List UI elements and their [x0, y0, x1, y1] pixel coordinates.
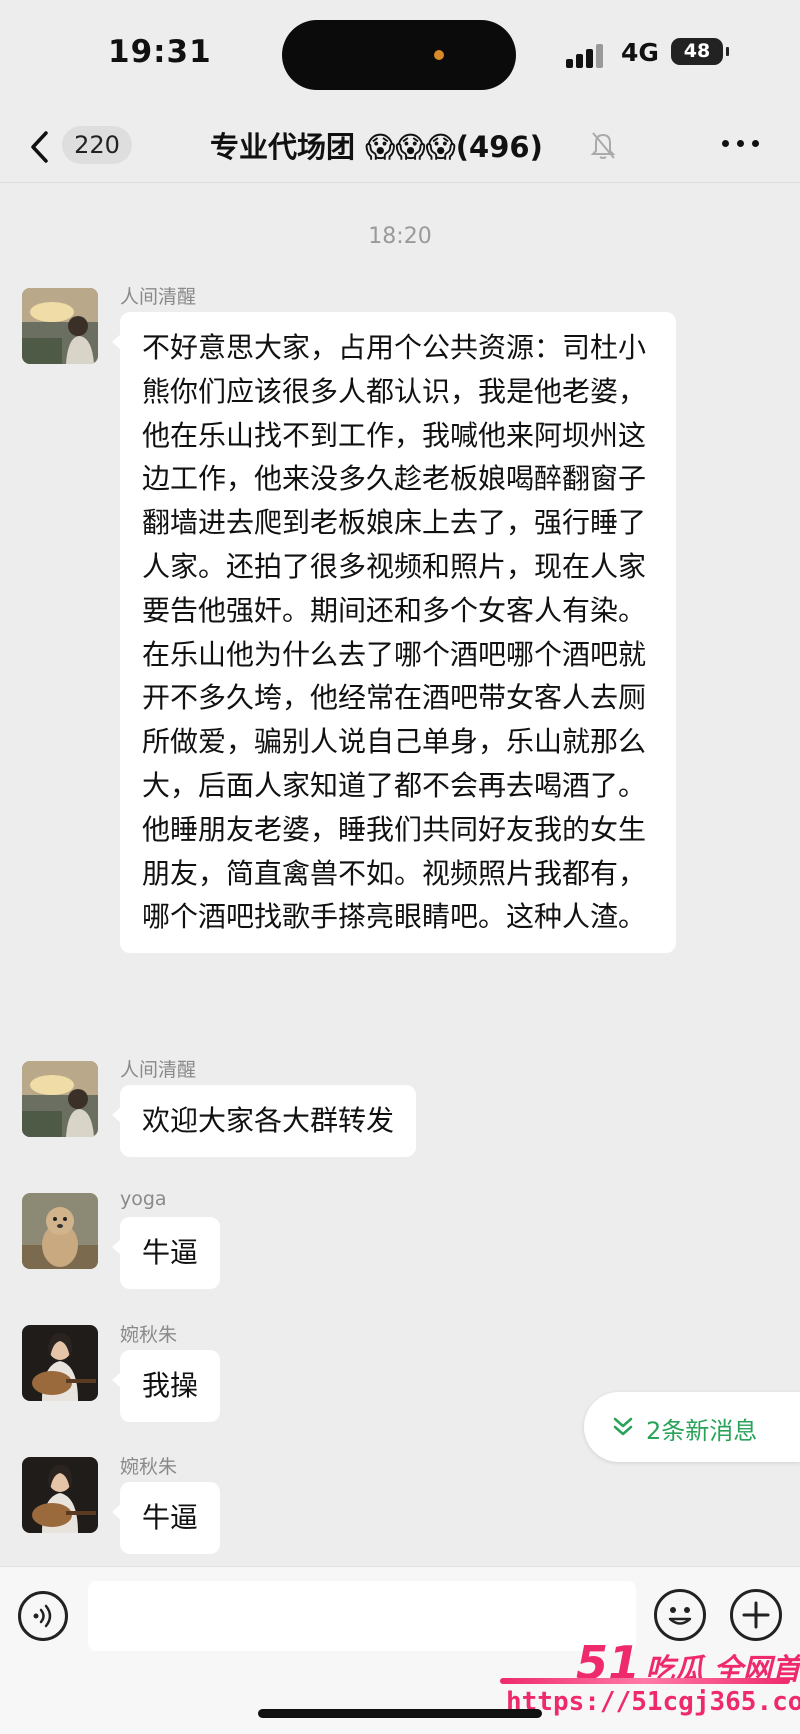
sender-name: 婉秋朱 [120, 1324, 178, 1346]
message-timestamp: 18:20 [368, 224, 432, 249]
more-actions-button[interactable] [730, 1589, 782, 1641]
message-bubble[interactable]: 不好意思大家，占用个公共资源：司杜小熊你们应该很多人都认识，我是他老婆，他在乐山… [112, 312, 676, 954]
message-bubble[interactable]: 牛逼 [111, 1482, 221, 1554]
sender-name: 人间清醒 [120, 286, 197, 308]
plus-icon [742, 1601, 770, 1629]
emoji-button[interactable] [654, 1589, 706, 1641]
more-options-button[interactable] [722, 134, 762, 154]
chevron-left-icon [31, 131, 48, 163]
avatar[interactable] [22, 1457, 98, 1533]
message-input[interactable] [88, 1581, 636, 1651]
message-bubble[interactable]: 欢迎大家各大群转发 [111, 1085, 417, 1157]
chat-header: 220 专业代场团 😱😱😱(496) [0, 110, 800, 183]
avatar[interactable] [22, 1325, 98, 1401]
bell-off-icon [590, 132, 616, 159]
camera-indicator-icon [434, 50, 444, 60]
new-messages-label: 2条新消息 [646, 1417, 758, 1445]
message-bubble[interactable]: 我操 [111, 1350, 221, 1422]
sender-name: 婉秋朱 [120, 1456, 178, 1478]
unread-count-badge: 220 [62, 126, 132, 164]
sender-name: 人间清醒 [120, 1059, 197, 1081]
watermark-url: https://51cgj365.com [506, 1687, 800, 1717]
message-bubble[interactable]: 牛逼 [111, 1217, 221, 1289]
signal-icon [566, 42, 606, 68]
smiley-icon [668, 1607, 692, 1625]
avatar[interactable] [22, 288, 98, 364]
network-type: 4G [621, 38, 659, 67]
sender-name: yoga [120, 1188, 167, 1210]
status-bar: 19:31 4G 48 [0, 0, 800, 110]
back-button[interactable]: 220 [24, 122, 134, 168]
watermark-underline [500, 1678, 790, 1684]
new-messages-button[interactable]: 2条新消息 [584, 1392, 800, 1462]
voice-icon [33, 1604, 52, 1628]
dynamic-island [282, 20, 516, 90]
status-time: 19:31 [108, 34, 212, 70]
avatar[interactable] [22, 1193, 98, 1269]
home-indicator[interactable] [258, 1709, 542, 1718]
voice-button[interactable] [18, 1591, 68, 1641]
double-chevron-down-icon [613, 1417, 633, 1436]
avatar[interactable] [22, 1061, 98, 1137]
chat-title: 专业代场团 😱😱😱(496) [210, 130, 543, 164]
battery-icon: 48 [671, 38, 729, 65]
